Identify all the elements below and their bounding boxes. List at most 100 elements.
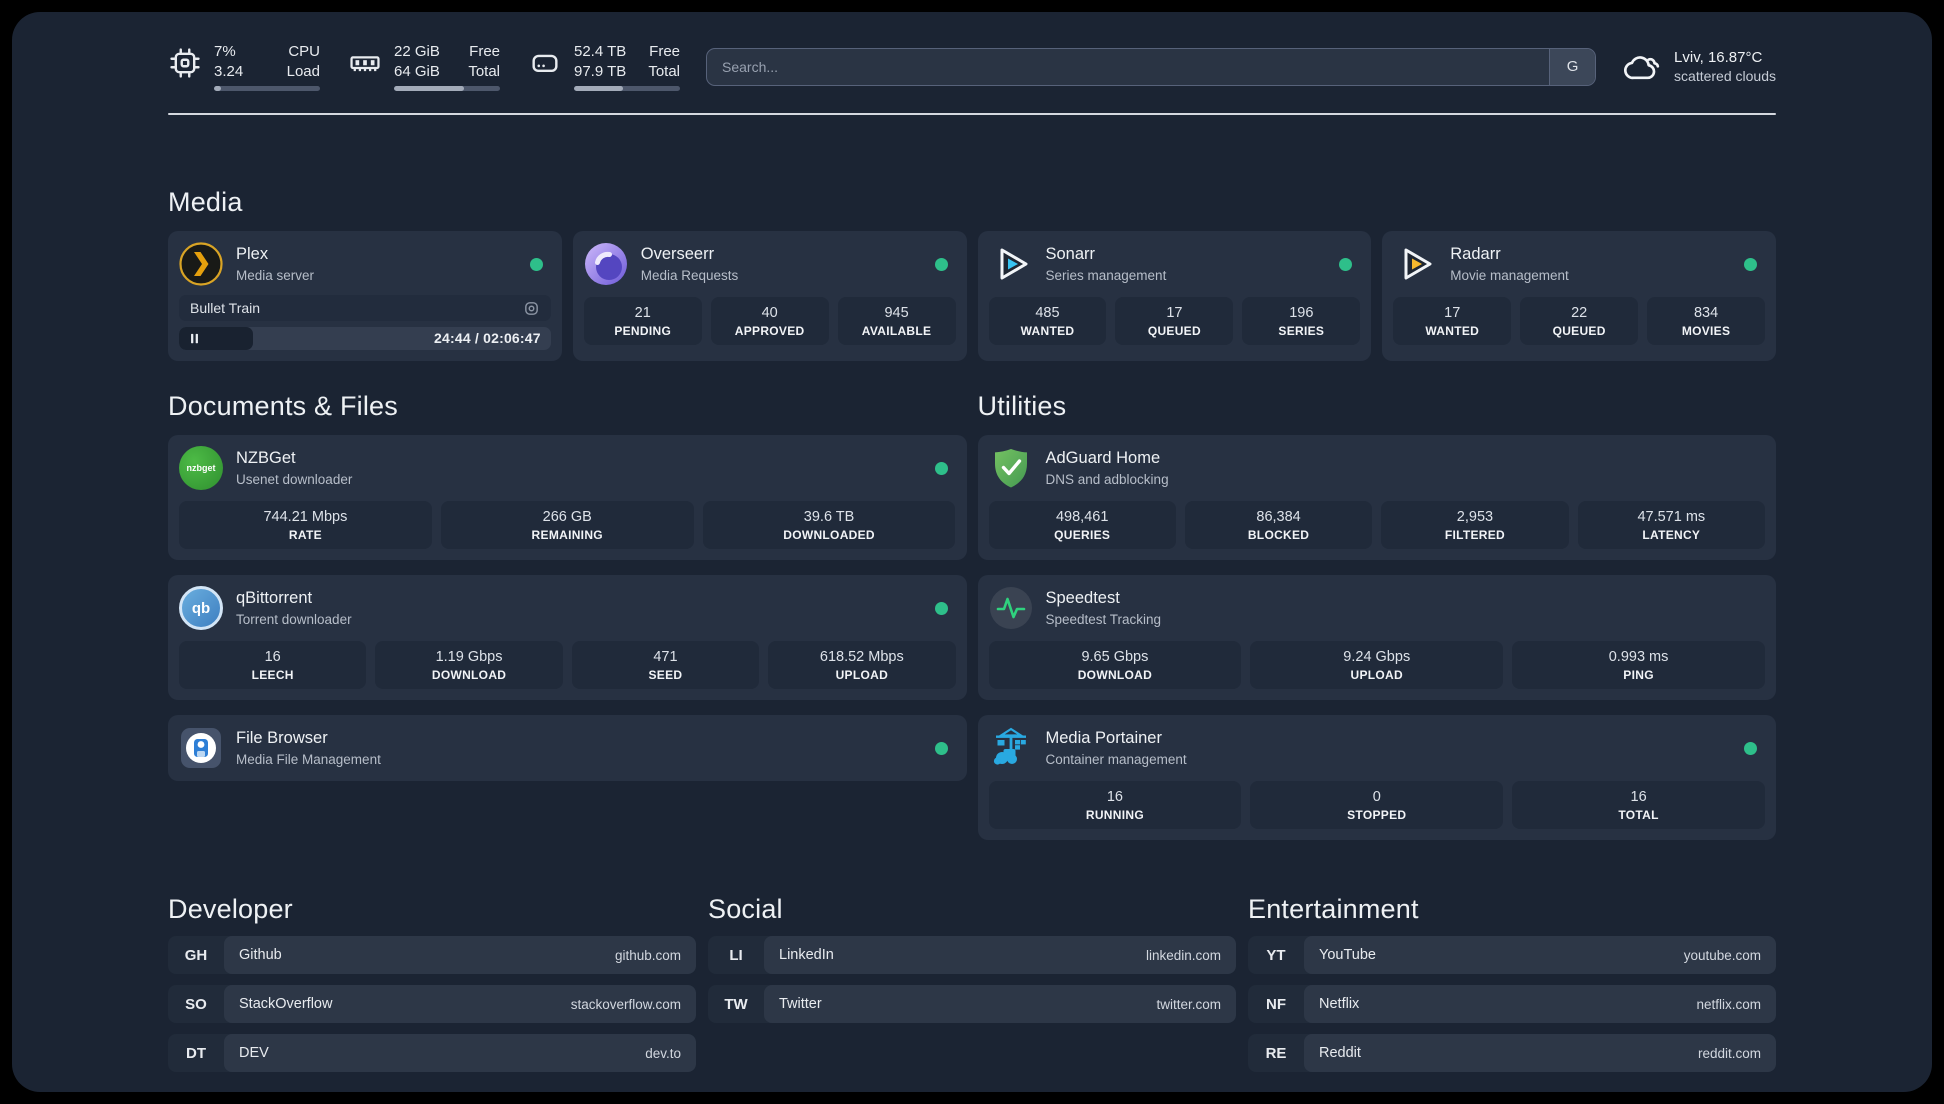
ram-metric: 22 GiB 64 GiB Free Total [348,42,500,91]
bookmark-linkedin[interactable]: LI LinkedIn linkedin.com [708,936,1236,974]
stat-blocked: 86,384 BLOCKED [1184,501,1373,549]
cpu-usage-value: 7% [214,43,236,60]
bookmark-youtube[interactable]: YT YouTube youtube.com [1248,936,1776,974]
header: 7% 3.24 CPU Load 22 GiB 64 GiB Free Tota… [168,42,1776,91]
status-online-dot [1339,257,1353,271]
stat-queries: 498,461 QUERIES [988,501,1176,549]
stat-upload: 9.24 Gbps UPLOAD [1250,641,1504,689]
app-card-filebrowser[interactable]: File Browser Media File Management [168,715,967,781]
app-card-radarr[interactable]: Radarr Movie management 17 WANTED 22 QUE… [1382,231,1776,361]
app-subtitle: Media server [236,267,315,283]
bookmark-stackoverflow[interactable]: SO StackOverflow stackoverflow.com [168,985,696,1023]
stat-downloaded: 39.6 TB DOWNLOADED [702,501,956,549]
bookmark-dev[interactable]: DT DEV dev.to [168,1034,696,1072]
search-engine-button[interactable]: G [1549,48,1596,85]
search-input[interactable] [707,48,1550,85]
status-online-dot [1744,257,1757,271]
app-card-sonarr[interactable]: Sonarr Series management 485 WANTED 17 Q… [977,231,1372,361]
stat-queued: 17 QUEUED [1115,297,1234,345]
app-card-qbittorrent[interactable]: qb qBittorrent Torrent downloader 16 LEE… [168,575,967,700]
disk-icon [528,46,562,80]
stat-total: 16 TOTAL [1512,781,1765,829]
section-title-media: Media [168,187,243,217]
stat-stopped: 0 STOPPED [1250,781,1504,829]
stat-seed: 471 SEED [571,641,760,689]
bookmark-reddit[interactable]: RE Reddit reddit.com [1248,1034,1776,1072]
ram-total-value: 64 GiB [394,62,440,80]
portainer-icon [989,726,1033,770]
qbittorrent-icon: qb [179,586,223,630]
stat-available: 945 AVAILABLE [837,297,956,345]
app-name: File Browser [236,729,328,748]
bookmark-github[interactable]: GH Github github.com [168,936,696,974]
stat-running: 16 RUNNING [988,781,1242,829]
app-name: Radarr [1450,245,1501,264]
section-title-documents: Documents & Files [168,391,398,421]
status-online-dot [934,257,948,271]
now-playing-row: Bullet Train [179,295,551,321]
ram-icon [348,46,382,80]
app-card-nzbget[interactable]: nzbget NZBGet Usenet downloader 744.21 M… [168,435,967,560]
disk-metric: 52.4 TB 97.9 TB Free Total [528,42,680,91]
overseerr-icon [584,242,628,286]
camera-icon[interactable] [523,300,540,317]
app-name: Sonarr [1045,245,1096,264]
section-utilities: Utilities AdGuard Home DNS and adblockin… [977,391,1776,840]
stat-wanted: 17 WANTED [1393,297,1512,345]
app-card-portainer[interactable]: Media Portainer Container management 16 … [977,715,1776,840]
stat-series: 196 SERIES [1242,297,1361,345]
playback-progress-bar[interactable]: 24:44 / 02:06:47 [179,327,551,350]
section-documents: Documents & Files nzbget NZBGet Usenet d… [168,391,967,781]
app-subtitle: Container management [1045,751,1187,767]
app-name: AdGuard Home [1045,449,1161,468]
weather-location: Lviv, 16.87°C [1674,49,1763,66]
app-subtitle: Usenet downloader [236,471,353,487]
bookmark-twitter[interactable]: TW Twitter twitter.com [708,985,1236,1023]
nzbget-icon: nzbget [179,446,223,490]
stat-upload: 618.52 Mbps UPLOAD [768,641,956,689]
weather-condition: scattered clouds [1674,68,1776,84]
now-playing-title: Bullet Train [190,300,261,316]
stat-ping: 0.993 ms PING [1512,641,1765,689]
stat-queued: 22 QUEUED [1520,297,1639,345]
stat-movies: 834 MOVIES [1647,297,1766,345]
plex-icon [179,242,223,286]
app-card-overseerr[interactable]: Overseerr Media Requests 21 PENDING 40 A… [572,231,967,361]
status-online-dot [934,741,948,755]
stat-rate: 744.21 Mbps RATE [179,501,432,549]
app-name: NZBGet [236,449,296,468]
sonarr-icon [989,242,1033,286]
status-online-dot [934,601,948,615]
app-subtitle: DNS and adblocking [1045,471,1169,487]
section-title-developer: Developer [168,894,293,924]
disk-free-value: 52.4 TB [574,43,627,60]
radarr-icon [1393,242,1437,286]
header-divider [168,113,1776,115]
ram-free-value: 22 GiB [394,43,440,60]
app-subtitle: Speedtest Tracking [1045,611,1162,627]
stat-leech: 16 LEECH [179,641,367,689]
bookmark-netflix[interactable]: NF Netflix netflix.com [1248,985,1776,1023]
stat-wanted: 485 WANTED [988,297,1107,345]
app-card-plex[interactable]: Plex Media server Bullet Train 24:44 / 0… [168,231,562,361]
app-card-adguard[interactable]: AdGuard Home DNS and adblocking 498,461 … [977,435,1776,560]
stat-pending: 21 PENDING [583,297,702,345]
cpu-icon [168,46,202,80]
status-online-dot [934,461,948,475]
stat-approved: 40 APPROVED [710,297,829,345]
section-title-social: Social [708,894,783,924]
app-name: Speedtest [1045,589,1120,608]
search-bar: G [706,47,1597,86]
app-card-speedtest[interactable]: Speedtest Speedtest Tracking 9.65 Gbps D… [977,575,1776,700]
section-title-utilities: Utilities [977,391,1067,421]
adguard-icon [989,446,1033,490]
filebrowser-icon [179,726,223,770]
system-metrics: 7% 3.24 CPU Load 22 GiB 64 GiB Free Tota… [168,42,680,91]
cpu-load-label: Load [286,62,320,80]
dashboard-panel: 7% 3.24 CPU Load 22 GiB 64 GiB Free Tota… [12,12,1932,1092]
ram-total-label: Total [468,62,500,80]
stat-remaining: 266 GB REMAINING [440,501,694,549]
stat-latency: 47.571 ms LATENCY [1577,501,1765,549]
pause-icon[interactable] [187,331,202,346]
status-online-dot [1744,741,1757,755]
